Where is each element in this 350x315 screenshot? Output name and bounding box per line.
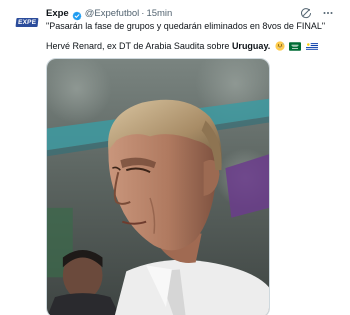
more-icon[interactable] [322, 6, 334, 18]
uruguay-flag-emoji [305, 42, 318, 54]
author-handle[interactable]: @Expefutbol [85, 8, 140, 19]
avatar-logo: EXPE [15, 17, 39, 27]
saudi-flag-emoji [289, 42, 302, 54]
grinning-sweat-emoji [275, 41, 285, 54]
tweet-text-uruguay: Uruguay. [231, 41, 271, 51]
author-avatar[interactable]: EXPE [10, 5, 44, 39]
tweet-text-line2: Hervé Renard, ex DT de Arabia Saudita so… [46, 41, 318, 54]
grok-icon[interactable] [300, 6, 312, 19]
coach-portrait-photo [47, 59, 269, 315]
verified-badge-icon [72, 8, 82, 21]
tweet-timestamp[interactable]: 15min [146, 8, 172, 19]
tweet-media[interactable] [46, 58, 270, 315]
tweet-text-prefix: Hervé Renard, ex DT de Arabia Saudita so… [46, 41, 232, 51]
tweet-header: Expe @Expefutbol · 15min [46, 5, 172, 21]
separator-dot: · [141, 7, 145, 19]
tweet[interactable]: EXPE Expe @Expefutbol · 15min "Pasarán l… [0, 0, 350, 315]
author-name[interactable]: Expe [46, 8, 69, 19]
tweet-actions [300, 5, 334, 19]
tweet-text-line1: "Pasarán la fase de grupos y quedarán el… [46, 21, 326, 31]
